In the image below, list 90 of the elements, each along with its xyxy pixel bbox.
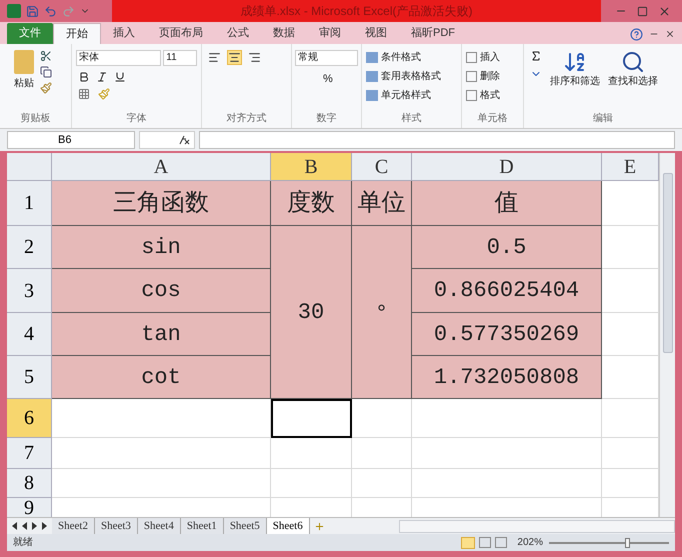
group-label: 数字 — [316, 112, 338, 126]
row-header[interactable]: 9 — [7, 498, 52, 518]
ribbon-tab[interactable]: 插入 — [101, 22, 147, 44]
zoom-slider-thumb[interactable] — [625, 538, 630, 548]
row-header[interactable]: 4 — [7, 313, 52, 356]
row-header[interactable]: 6 — [7, 399, 52, 438]
italic-icon[interactable] — [96, 70, 108, 83]
table-cell: 0.577350269 — [412, 313, 602, 356]
horizontal-scrollbar[interactable] — [398, 520, 675, 533]
formula-field[interactable] — [199, 131, 675, 150]
find-select-button[interactable]: 查找和选择 — [608, 50, 658, 89]
table-cell: sin — [52, 226, 271, 270]
table-cell: tan — [52, 313, 271, 356]
sort-filter-button[interactable]: 排序和筛选 — [550, 50, 600, 89]
group-label: 对齐方式 — [226, 112, 268, 126]
table-cell: cos — [52, 269, 271, 314]
row-header[interactable]: 8 — [7, 469, 52, 498]
table-cell: ° — [352, 226, 412, 400]
percent-button[interactable]: % — [323, 70, 333, 88]
search-icon — [621, 50, 645, 74]
font-size-field[interactable]: 11 — [163, 50, 197, 66]
zoom-level[interactable]: 202% — [517, 535, 543, 550]
copy-icon[interactable] — [40, 66, 52, 78]
number-format-field[interactable]: 常规 — [295, 50, 358, 66]
table-cell: 三角函数 — [52, 181, 271, 226]
vertical-scrollbar[interactable] — [659, 153, 675, 518]
group-label: 编辑 — [592, 112, 614, 126]
table-cell: 度数 — [271, 181, 352, 226]
close-icon[interactable] — [665, 29, 675, 40]
cut-icon[interactable] — [40, 50, 52, 62]
ribbon-tab[interactable]: 福昕PDF — [399, 22, 467, 44]
underline-icon[interactable] — [114, 70, 126, 83]
column-header[interactable]: A — [52, 153, 271, 182]
cells-menu-button[interactable]: 格式 — [466, 88, 519, 103]
name-box[interactable]: B6 — [7, 131, 135, 150]
table-cell: 值 — [412, 181, 602, 226]
help-icon[interactable] — [630, 28, 643, 41]
sheet-tab[interactable]: Sheet2 — [52, 518, 95, 535]
row-header[interactable]: 1 — [7, 181, 52, 226]
ribbon-tab[interactable]: 视图 — [353, 22, 399, 44]
cells-menu-button[interactable]: 插入 — [466, 50, 519, 65]
row-header[interactable]: 3 — [7, 269, 52, 314]
maximize-icon[interactable] — [637, 6, 648, 16]
ribbon-tab[interactable]: 公式 — [215, 22, 261, 44]
table-cell: 0.866025404 — [412, 269, 602, 314]
save-icon[interactable] — [26, 4, 39, 18]
row-header[interactable]: 2 — [7, 226, 52, 270]
sheet-tab[interactable]: Sheet1 — [180, 518, 224, 535]
table-cell: cot — [52, 356, 271, 400]
ribbon-tab[interactable]: 页面布局 — [147, 22, 215, 44]
table-cell: 0.5 — [412, 226, 602, 270]
ribbon-tab[interactable]: 数据 — [261, 22, 307, 44]
border-icon[interactable] — [78, 88, 90, 100]
file-tab[interactable]: 文件 — [7, 22, 53, 44]
table-cell: 单位 — [352, 181, 412, 226]
title-bar: 成绩单.xlsx - Microsoft Excel(产品激活失败) — [112, 0, 601, 22]
align-center-icon[interactable] — [227, 50, 242, 65]
status-text: 就绪 — [13, 536, 33, 550]
font-name-field[interactable]: 宋体 — [76, 50, 162, 66]
sheet-tab[interactable]: Sheet3 — [94, 518, 138, 535]
undo-icon[interactable] — [44, 4, 57, 18]
selected-cell[interactable] — [271, 399, 352, 438]
ribbon-tab[interactable]: 审阅 — [307, 22, 353, 44]
sheet-tab[interactable]: Sheet5 — [224, 518, 267, 535]
page-break-icon[interactable] — [495, 537, 508, 548]
page-layout-icon[interactable] — [479, 537, 492, 548]
sheet-tab[interactable]: Sheet6 — [266, 518, 310, 535]
fx-icon[interactable] — [139, 131, 195, 150]
styles-menu-button[interactable]: 条件格式 — [366, 50, 457, 65]
sum-icon[interactable] — [530, 50, 542, 62]
styles-menu-button[interactable]: 单元格样式 — [366, 88, 457, 103]
group-label: 剪贴板 — [20, 112, 52, 126]
close-icon[interactable] — [658, 4, 671, 18]
sheet-tab[interactable]: Sheet4 — [138, 518, 181, 535]
column-header[interactable]: E — [602, 153, 659, 182]
column-header[interactable]: B — [271, 153, 352, 182]
table-cell: 1.732050808 — [412, 356, 602, 400]
ribbon-tab[interactable]: 开始 — [53, 22, 101, 44]
row-header[interactable]: 7 — [7, 438, 52, 470]
paintbrush-icon[interactable] — [40, 82, 52, 94]
styles-menu-button[interactable]: 套用表格格式 — [366, 68, 457, 84]
cells-menu-button[interactable]: 删除 — [466, 68, 519, 84]
column-header[interactable]: C — [352, 153, 412, 182]
group-label: 样式 — [400, 112, 422, 126]
table-cell: 30 — [271, 226, 352, 400]
group-label: 字体 — [126, 112, 148, 126]
bold-icon[interactable] — [78, 70, 90, 83]
group-label: 单元格 — [476, 112, 508, 126]
row-header[interactable]: 5 — [7, 356, 52, 400]
column-header[interactable]: D — [412, 153, 602, 182]
